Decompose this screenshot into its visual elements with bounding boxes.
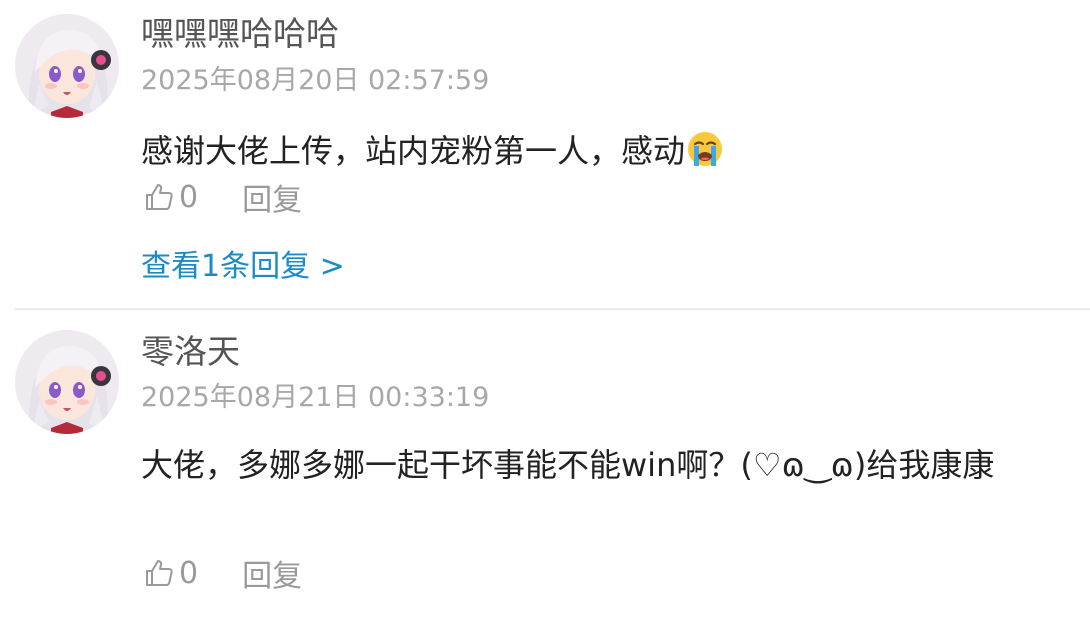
view-replies-link[interactable]: 查看1条回复 > [141,247,345,287]
like-count: 0 [179,555,199,591]
comment-text: 感谢大佬上传，站内宠粉第一人，感动 [141,123,1070,179]
loudly-crying-face-emoji-icon [685,128,725,168]
avatar[interactable] [15,14,119,118]
timestamp: 2025年08月20日 02:57:59 [141,65,490,96]
comment-item: 嘿嘿嘿哈哈哈 2025年08月20日 02:57:59 感谢大佬上传，站内宠粉第… [0,0,1090,308]
reply-button[interactable]: 回复 [242,175,302,219]
avatar[interactable] [15,330,119,434]
comment-item: 零洛天 2025年08月21日 00:33:19 大佬，多娜多娜一起干坏事能不能… [0,310,1090,629]
comment-text: 大佬，多娜多娜一起干坏事能不能win啊？(♡ɷ‿ɷ)给我康康 [141,446,995,484]
like-count: 0 [179,179,199,215]
reply-button[interactable]: 回复 [242,551,302,595]
comment-actions: 0 回复 [143,551,302,595]
comment-text-body: 感谢大佬上传，站内宠粉第一人，感动 [141,132,686,170]
like-button[interactable]: 0 [143,180,198,215]
username[interactable]: 零洛天 [141,332,240,372]
thumbs-up-icon [143,557,175,589]
anime-girl-avatar-icon [15,330,119,434]
username[interactable]: 嘿嘿嘿哈哈哈 [141,14,339,54]
thumbs-up-icon [143,181,175,213]
comment-actions: 0 回复 [143,175,302,219]
timestamp: 2025年08月21日 00:33:19 [141,382,490,413]
anime-girl-avatar-icon [15,14,119,118]
like-button[interactable]: 0 [143,556,198,591]
